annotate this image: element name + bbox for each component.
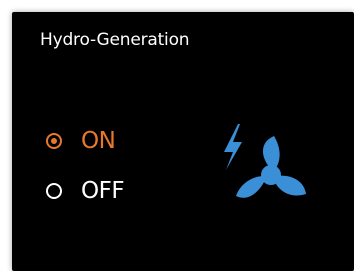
radio-option-on[interactable]: ON [46, 127, 116, 155]
hydro-fan-bolt-icon [224, 124, 306, 198]
hydro-generation-panel: Hydro-Generation ON OFF [12, 12, 354, 271]
fan-icon [236, 136, 306, 198]
panel-title: Hydro-Generation [40, 30, 190, 50]
radio-off-indicator[interactable] [46, 183, 62, 199]
radio-off-label: OFF [81, 178, 125, 204]
lightning-bolt-icon [224, 124, 242, 170]
radio-option-off[interactable]: OFF [46, 177, 125, 205]
radio-on-indicator[interactable] [46, 133, 62, 149]
radio-on-label: ON [81, 128, 116, 154]
